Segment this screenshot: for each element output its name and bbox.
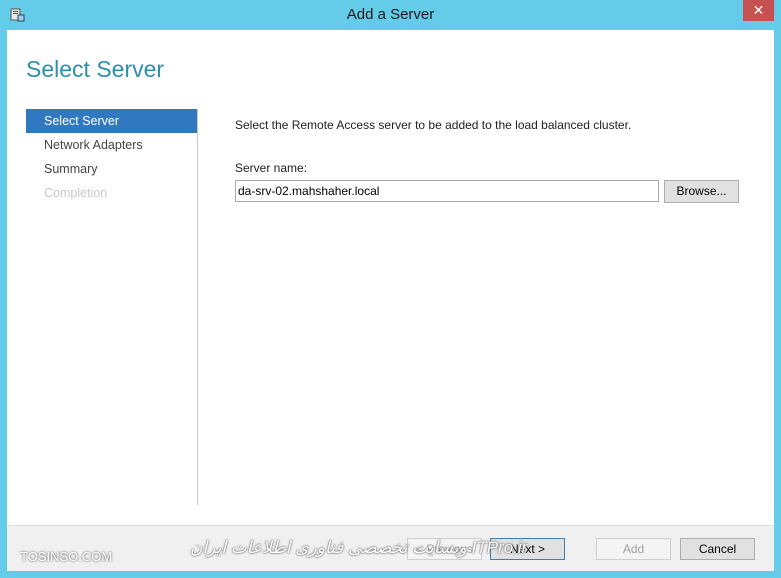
watermark-left: TOSINSO.COM <box>20 549 113 564</box>
add-button[interactable]: Add <box>596 538 671 560</box>
nav-item-select-server[interactable]: Select Server <box>26 109 197 133</box>
nav-item-summary[interactable]: Summary <box>26 157 197 181</box>
nav-item-network-adapters[interactable]: Network Adapters <box>26 133 197 157</box>
add-server-window: Add a Server ✕ Select Server Select Serv… <box>0 0 781 578</box>
dialog-client: Select Server Select Server Network Adap… <box>7 30 774 571</box>
nav-item-completion: Completion <box>44 186 108 200</box>
page-title: Select Server <box>26 56 165 82</box>
watermark-right: وبسایت تخصصی فناوری اطلاعات ایران ITPro.… <box>190 538 528 557</box>
server-name-input[interactable] <box>235 180 659 202</box>
wizard-nav: Select Server Network Adapters Summary C… <box>26 109 197 205</box>
window-title: Add a Server <box>346 6 435 23</box>
server-name-label: Server name: <box>235 161 308 175</box>
nav-divider <box>197 109 198 505</box>
browse-button[interactable]: Browse... <box>664 180 739 203</box>
description-text: Select the Remote Access server to be ad… <box>235 118 632 132</box>
cancel-button[interactable]: Cancel <box>680 538 755 560</box>
close-button[interactable]: ✕ <box>743 0 774 21</box>
title-bar[interactable]: Add a Server ✕ <box>0 0 781 30</box>
close-icon: ✕ <box>752 2 765 18</box>
content-area: Select the Remote Access server to be ad… <box>235 118 631 132</box>
